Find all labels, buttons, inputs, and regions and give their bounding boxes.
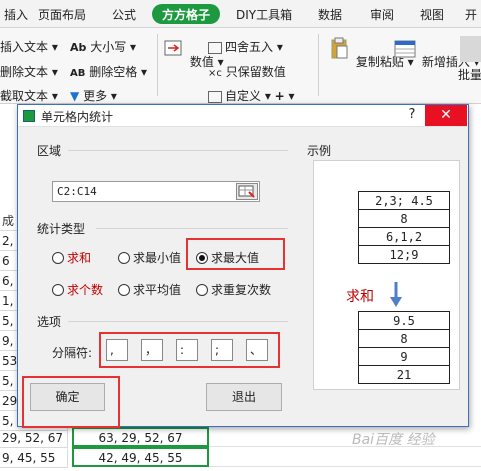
- ribbon-tab-bar: 插入 页面布局 公式 方方格子 DIY工具箱 数据 审阅 视图 开: [0, 0, 481, 28]
- radio-min[interactable]: 求最小值: [118, 249, 181, 266]
- radio-sum-dot: [52, 252, 64, 264]
- example-input-cell: 2,3; 4.5: [358, 191, 450, 210]
- watermark: Bai百度 经验: [352, 432, 435, 448]
- custom-button[interactable]: 自定义 ▾ + ▾: [208, 87, 295, 104]
- result-cell[interactable]: 63, 29, 52, 67: [72, 427, 209, 447]
- delete-text-button[interactable]: 删除文本 ▾: [0, 63, 58, 80]
- dialog-app-icon: [23, 110, 35, 122]
- number-button[interactable]: 数值 ▾: [160, 36, 224, 70]
- example-label: 示例: [307, 144, 332, 158]
- ribbon: 插入文本 ▾ 删除文本 ▾ 截取文本 ▾ Ab 大小写 ▾ AB 删除空格 ▾ …: [0, 28, 481, 104]
- tab-view[interactable]: 视图: [420, 6, 444, 23]
- separator-highlight: [99, 332, 280, 368]
- dialog-titlebar: 单元格内统计 ? ✕: [18, 105, 468, 127]
- radio-repeat-count[interactable]: 求重复次数: [196, 281, 271, 298]
- round-button[interactable]: 四舍五入 ▾: [208, 38, 283, 55]
- new-insert-button[interactable]: 新增插入 ▾: [392, 36, 480, 70]
- tab-insert[interactable]: 插入: [4, 6, 28, 23]
- example-output-cell: 21: [358, 365, 450, 384]
- dialog-body: 区域 C2:C14 统计类型 求和 求最小值 求最大值 求个数 求平均值 求重复…: [18, 127, 468, 428]
- number-format-icon: [164, 40, 182, 56]
- example-output-cell: 8: [358, 329, 450, 348]
- round-icon: [208, 41, 222, 54]
- group-divider: [68, 321, 288, 322]
- result-cell[interactable]: 42, 49, 45, 55: [72, 447, 209, 467]
- empty-cells: [209, 447, 481, 467]
- extract-text-button[interactable]: 截取文本 ▾: [0, 87, 58, 104]
- down-arrow-icon: [390, 282, 402, 307]
- tab-developer[interactable]: 开: [465, 6, 477, 23]
- more-arrow-icon: ▼: [70, 89, 80, 103]
- tab-review[interactable]: 审阅: [370, 6, 394, 23]
- case-button[interactable]: Ab 大小写 ▾: [70, 38, 136, 55]
- group-divider: [68, 150, 288, 151]
- batch-icon: [460, 36, 481, 62]
- stat-type-label: 统计类型: [37, 222, 86, 236]
- keep-numbers-icon: ×c: [208, 68, 222, 79]
- example-input-table: 2,3; 4.5 8 6,1,2 12;9: [358, 191, 450, 264]
- tab-formula[interactable]: 公式: [112, 6, 136, 23]
- custom-icon: [208, 90, 222, 103]
- separator-label: 分隔符:: [52, 346, 93, 360]
- keep-numbers-button[interactable]: ×c 只保留数值: [208, 63, 286, 80]
- area-label: 区域: [37, 144, 62, 158]
- radio-count[interactable]: 求个数: [52, 281, 103, 298]
- case-icon: Ab: [70, 41, 87, 54]
- tab-fangfang-gezi[interactable]: 方方格子: [152, 4, 221, 24]
- radio-min-dot: [118, 252, 130, 264]
- example-output-cell: 9: [358, 347, 450, 366]
- batch-button[interactable]: 批量: [458, 36, 481, 83]
- insert-row-icon: [394, 40, 416, 58]
- radio-average[interactable]: 求平均值: [118, 281, 181, 298]
- radio-sum[interactable]: 求和: [52, 249, 91, 266]
- range-select-button[interactable]: [236, 183, 258, 200]
- tab-diy-toolbox[interactable]: DIY工具箱: [236, 6, 292, 23]
- delete-space-button[interactable]: AB 删除空格 ▾: [70, 63, 147, 80]
- radio-count-dot: [52, 284, 64, 296]
- close-button[interactable]: ✕: [425, 105, 467, 126]
- cell[interactable]: 29, 52, 67: [0, 429, 68, 448]
- example-panel: 2,3; 4.5 8 6,1,2 12;9 求和 9.5 8 9 21: [313, 160, 460, 390]
- delete-space-icon: AB: [70, 68, 86, 79]
- cell-statistics-dialog: 单元格内统计 ? ✕ 区域 C2:C14 统计类型 求和 求最小值 求最大值 求…: [17, 104, 469, 428]
- empty-cells: [209, 427, 481, 447]
- clipboard-icon: [331, 37, 348, 59]
- radio-average-dot: [118, 284, 130, 296]
- tab-page-layout[interactable]: 页面布局: [38, 6, 86, 23]
- group-divider: [96, 228, 288, 229]
- insert-text-button[interactable]: 插入文本 ▾: [0, 38, 58, 55]
- more-button[interactable]: ▼ 更多 ▾: [70, 87, 117, 104]
- copy-paste-button[interactable]: 复制粘贴 ▾: [326, 36, 414, 70]
- radio-repeat-count-dot: [196, 284, 208, 296]
- range-input[interactable]: C2:C14: [52, 181, 260, 202]
- tab-data[interactable]: 数据: [318, 6, 342, 23]
- options-label: 选项: [37, 315, 62, 329]
- example-output-table: 9.5 8 9 21: [358, 311, 450, 384]
- example-sum-label: 求和: [346, 289, 374, 305]
- dialog-title: 单元格内统计: [41, 110, 114, 124]
- example-input-cell: 6,1,2: [358, 227, 450, 246]
- example-input-cell: 12;9: [358, 245, 450, 264]
- max-option-highlight: [186, 238, 285, 270]
- help-button[interactable]: ?: [403, 107, 421, 122]
- ribbon-divider: [157, 34, 158, 96]
- example-input-cell: 8: [358, 209, 450, 228]
- confirm-highlight: [22, 376, 120, 428]
- range-picker-icon: [238, 185, 255, 198]
- example-output-cell: 9.5: [358, 311, 450, 330]
- ribbon-divider: [318, 34, 319, 96]
- cell[interactable]: 9, 45, 55: [0, 449, 68, 468]
- exit-button[interactable]: 退出: [206, 383, 282, 411]
